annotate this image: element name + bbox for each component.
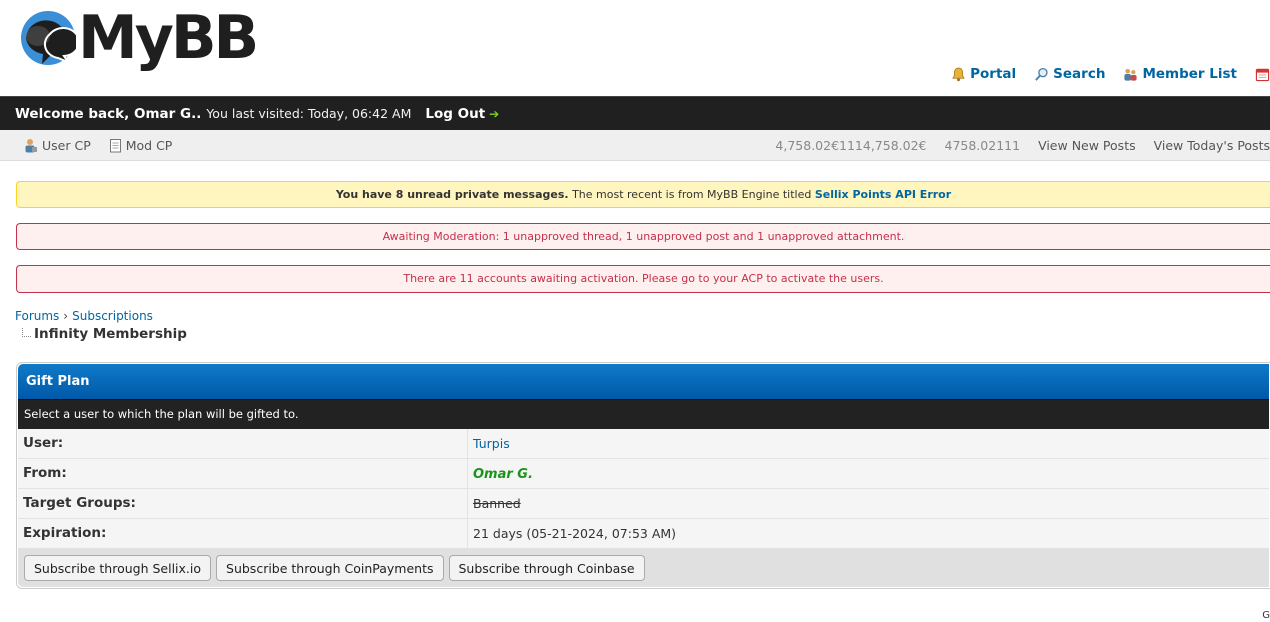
arrow-right-icon: ➔	[489, 106, 500, 121]
table-row: User: Turpis	[18, 429, 1269, 459]
view-todays-posts-link[interactable]: View Today's Posts	[1154, 138, 1270, 153]
gift-plan-table: Gift Plan Select a user to which the pla…	[16, 362, 1270, 589]
expiration-value: 21 days (05-21-2024, 07:53 AM)	[473, 526, 677, 541]
search-link[interactable]: Search	[1034, 66, 1105, 82]
pm-notice-link[interactable]: Sellix Points API Error	[815, 188, 951, 201]
member-list-label: Member List	[1142, 66, 1237, 82]
portal-link[interactable]: Portal	[951, 66, 1016, 82]
target-groups-value: Banned	[473, 496, 521, 511]
members-icon	[1124, 68, 1138, 81]
user-value-link[interactable]: Turpis	[473, 436, 510, 451]
panel-links-bar: User CP Mod CP 4,758.02€1114,758.02€ 475…	[0, 130, 1270, 161]
user-cp-label: User CP	[42, 137, 91, 153]
from-label: From:	[18, 459, 468, 488]
mybb-logo[interactable]: MyBB	[16, 3, 259, 73]
user-cp-icon	[25, 138, 37, 152]
mod-cp-label: Mod CP	[125, 137, 173, 153]
bell-icon	[952, 67, 965, 81]
last-visit-text: You last visited: Today, 06:42 AM	[206, 106, 412, 121]
subscribe-sellix-button[interactable]: Subscribe through Sellix.io	[24, 555, 212, 581]
pm-notice-text: The most recent is from MyBB Engine titl…	[568, 188, 815, 201]
table-row: Expiration: 21 days (05-21-2024, 07:53 A…	[18, 519, 1269, 549]
breadcrumb-forums[interactable]: Forums	[15, 309, 59, 323]
moderation-notice[interactable]: Awaiting Moderation: 1 unapproved thread…	[16, 223, 1270, 250]
breadcrumb: Forums › Subscriptions	[15, 309, 153, 323]
chat-bubbles-logo-icon	[21, 11, 76, 65]
points-balance-raw: 4758.02111	[944, 137, 1021, 153]
activation-notice[interactable]: There are 11 accounts awaiting activatio…	[16, 265, 1270, 293]
breadcrumb-current-label: Infinity Membership	[34, 326, 187, 342]
portal-label: Portal	[970, 66, 1017, 82]
gift-plan-subtitle: Select a user to which the plan will be …	[18, 400, 1269, 429]
search-label: Search	[1053, 66, 1106, 82]
subscribe-coinbase-button[interactable]: Subscribe through Coinbase	[448, 555, 645, 581]
table-row: Target Groups: Banned	[18, 489, 1269, 519]
activation-notice-text: There are 11 accounts awaiting activatio…	[403, 272, 884, 285]
breadcrumb-subscriptions[interactable]: Subscriptions	[72, 309, 153, 323]
gift-plan-title: Gift Plan	[18, 364, 1269, 400]
pm-notice: You have 8 unread private messages. The …	[16, 181, 1270, 208]
user-value-cell: Turpis	[468, 429, 1269, 458]
logout-label: Log Out	[425, 105, 486, 122]
calendar-icon	[1255, 68, 1270, 81]
notepad-icon	[109, 138, 121, 152]
search-icon	[1035, 67, 1048, 81]
from-value-cell: Omar G.	[468, 459, 1269, 488]
points-balance: 4,758.02€1114,758.02€	[775, 137, 927, 153]
pm-notice-count: You have 8 unread private messages.	[335, 188, 569, 201]
subscribe-coinpayments-button[interactable]: Subscribe through CoinPayments	[216, 555, 444, 581]
user-cp-link[interactable]: User CP	[24, 138, 91, 153]
moderation-notice-text: Awaiting Moderation: 1 unapproved thread…	[382, 230, 905, 243]
welcome-greeting: Welcome back, Omar G..	[15, 105, 202, 122]
from-value[interactable]: Omar G.	[473, 467, 533, 482]
footer-clipped-text: G	[1262, 610, 1270, 621]
user-label: User:	[18, 429, 468, 458]
tree-connector	[22, 328, 31, 337]
logout-link[interactable]: Log Out ➔	[425, 106, 499, 122]
logo-text: MyBB	[78, 3, 259, 73]
subscribe-buttons-row: Subscribe through Sellix.io Subscribe th…	[18, 549, 1269, 587]
calendar-link[interactable]	[1255, 67, 1270, 82]
mod-cp-link[interactable]: Mod CP	[109, 137, 173, 153]
header: MyBB Portal Search Member List	[0, 0, 1270, 96]
top-links: Portal Search Member List	[951, 66, 1270, 82]
breadcrumb-separator: ›	[63, 309, 69, 323]
target-groups-label: Target Groups:	[18, 489, 468, 518]
view-new-posts-link[interactable]: View New Posts	[1038, 138, 1136, 153]
expiration-label: Expiration:	[18, 519, 468, 548]
welcome-bar: Welcome back, Omar G.. You last visited:…	[0, 96, 1270, 130]
table-row: From: Omar G.	[18, 459, 1269, 489]
breadcrumb-current: Infinity Membership	[22, 326, 187, 342]
target-groups-cell: Banned	[468, 489, 1269, 518]
member-list-link[interactable]: Member List	[1123, 66, 1237, 82]
